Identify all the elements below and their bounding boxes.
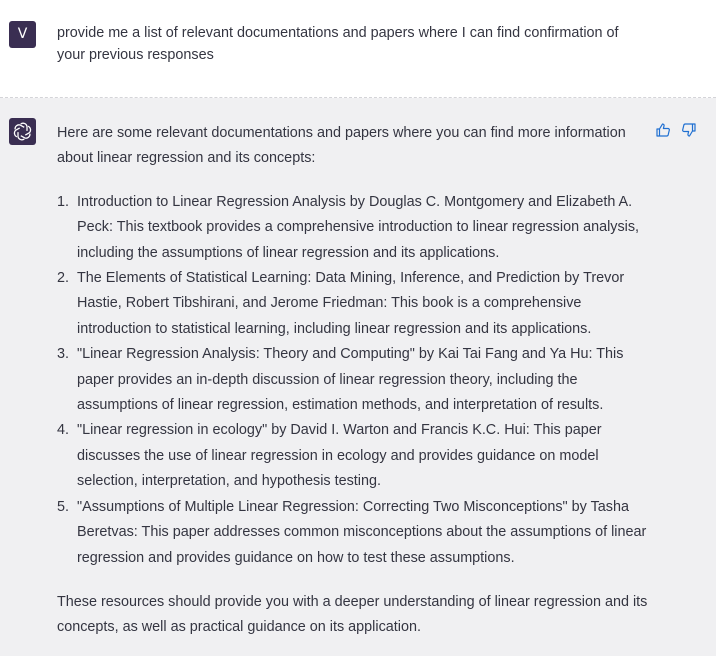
list-item: 5. "Assumptions of Multiple Linear Regre… bbox=[57, 495, 657, 571]
list-item: 4. "Linear regression in ecology" by Dav… bbox=[57, 418, 657, 494]
assistant-message-body: Here are some relevant documentations an… bbox=[57, 121, 657, 641]
reference-list: 1. Introduction to Linear Regression Ana… bbox=[57, 190, 657, 571]
list-item-text: Introduction to Linear Regression Analys… bbox=[77, 193, 640, 261]
list-item-text: "Linear Regression Analysis: Theory and … bbox=[77, 346, 624, 414]
user-message-text: provide me a list of relevant documentat… bbox=[57, 25, 619, 63]
openai-logo-icon bbox=[9, 118, 36, 145]
list-item-text: "Assumptions of Multiple Linear Regressi… bbox=[77, 498, 647, 566]
thumbs-up-button[interactable] bbox=[655, 122, 673, 140]
list-item-number: 2. bbox=[57, 270, 70, 287]
list-item-number: 3. bbox=[57, 346, 70, 363]
list-item-text: The Elements of Statistical Learning: Da… bbox=[77, 270, 625, 337]
thumbs-up-icon bbox=[656, 123, 670, 137]
assistant-message-row: Here are some relevant documentations an… bbox=[0, 98, 716, 656]
assistant-intro: Here are some relevant documentations an… bbox=[57, 125, 626, 167]
list-item-number: 1. bbox=[57, 193, 70, 210]
feedback-buttons bbox=[655, 122, 699, 140]
user-avatar-letter: V bbox=[17, 26, 28, 42]
list-item: 3. "Linear Regression Analysis: Theory a… bbox=[57, 342, 657, 418]
list-item: 2. The Elements of Statistical Learning:… bbox=[57, 266, 657, 342]
list-item-number: 4. bbox=[57, 422, 70, 439]
list-item-number: 5. bbox=[57, 498, 70, 515]
assistant-outro: These resources should provide you with … bbox=[57, 593, 648, 636]
thumbs-down-icon bbox=[682, 123, 696, 137]
thumbs-down-button[interactable] bbox=[681, 122, 699, 140]
list-item-text: "Linear regression in ecology" by David … bbox=[77, 422, 602, 490]
user-message-row: V provide me a list of relevant document… bbox=[0, 0, 716, 98]
user-avatar: V bbox=[9, 21, 36, 48]
list-item: 1. Introduction to Linear Regression Ana… bbox=[57, 190, 657, 266]
